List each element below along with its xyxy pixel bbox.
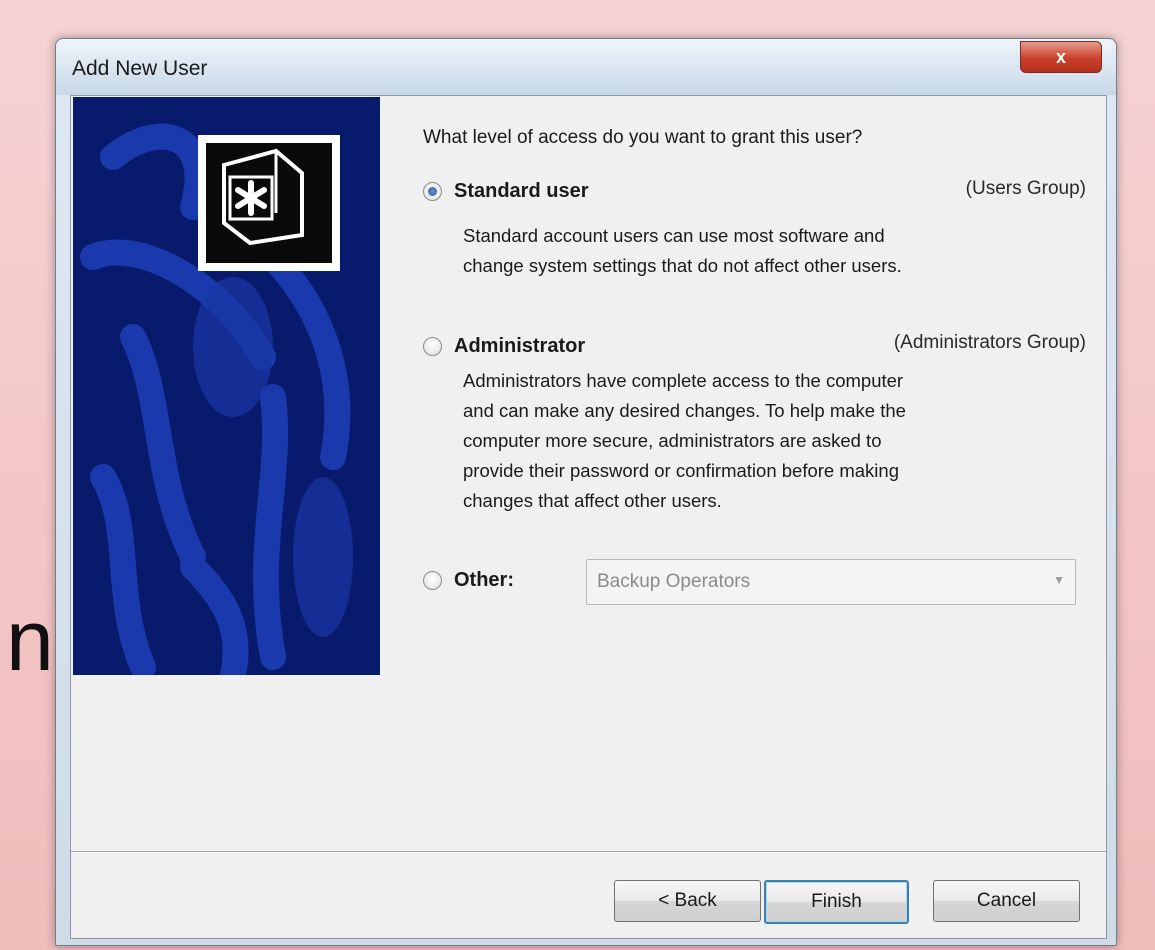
other-radio[interactable]	[423, 571, 442, 590]
administrator-option[interactable]: Administrator	[423, 335, 585, 358]
window-title: Add New User	[72, 57, 208, 80]
administrator-radio[interactable]	[423, 337, 442, 356]
back-button[interactable]: < Back	[614, 880, 761, 922]
finish-button[interactable]: Finish	[764, 880, 909, 924]
administrator-description: Administrators have complete access to t…	[463, 366, 1063, 516]
other-group-select[interactable]: Backup Operators ▼	[586, 559, 1076, 605]
key-asterisk-icon	[222, 148, 304, 246]
desc-line: changes that affect other users.	[463, 490, 722, 511]
title-bar[interactable]: Add New User x	[56, 39, 1116, 95]
desc-line: computer more secure, administrators are…	[463, 430, 882, 451]
standard-user-radio[interactable]	[423, 182, 442, 201]
other-group-select-value: Backup Operators	[597, 571, 751, 592]
other-option[interactable]: Other:	[423, 569, 514, 592]
desc-line: and can make any desired changes. To hel…	[463, 400, 906, 421]
wizard-logo	[198, 135, 340, 271]
footer-separator	[71, 851, 1106, 853]
close-icon: x	[1055, 46, 1066, 67]
desc-line: change system settings that do not affec…	[463, 255, 902, 276]
desc-line: provide their password or confirmation b…	[463, 460, 899, 481]
administrators-group-label: (Administrators Group)	[893, 332, 1086, 353]
wizard-side-image	[73, 97, 380, 675]
standard-user-label: Standard user	[454, 180, 589, 202]
users-group-label: (Users Group)	[965, 178, 1086, 199]
cancel-button[interactable]: Cancel	[933, 880, 1080, 922]
desc-line: Standard account users can use most soft…	[463, 225, 885, 246]
other-label: Other:	[454, 569, 514, 591]
standard-user-description: Standard account users can use most soft…	[463, 221, 1063, 281]
close-button[interactable]: x	[1020, 41, 1102, 73]
add-new-user-dialog: Add New User x What level of access do y…	[55, 38, 1117, 946]
dialog-client-area: What level of access do you want to gran…	[70, 95, 1107, 939]
standard-user-option[interactable]: Standard user	[423, 180, 588, 203]
background-partial-letter: n	[6, 593, 54, 689]
access-level-question: What level of access do you want to gran…	[423, 127, 863, 148]
administrator-label: Administrator	[454, 335, 586, 357]
chevron-down-icon[interactable]: ▼	[1053, 573, 1065, 587]
desc-line: Administrators have complete access to t…	[463, 370, 904, 391]
